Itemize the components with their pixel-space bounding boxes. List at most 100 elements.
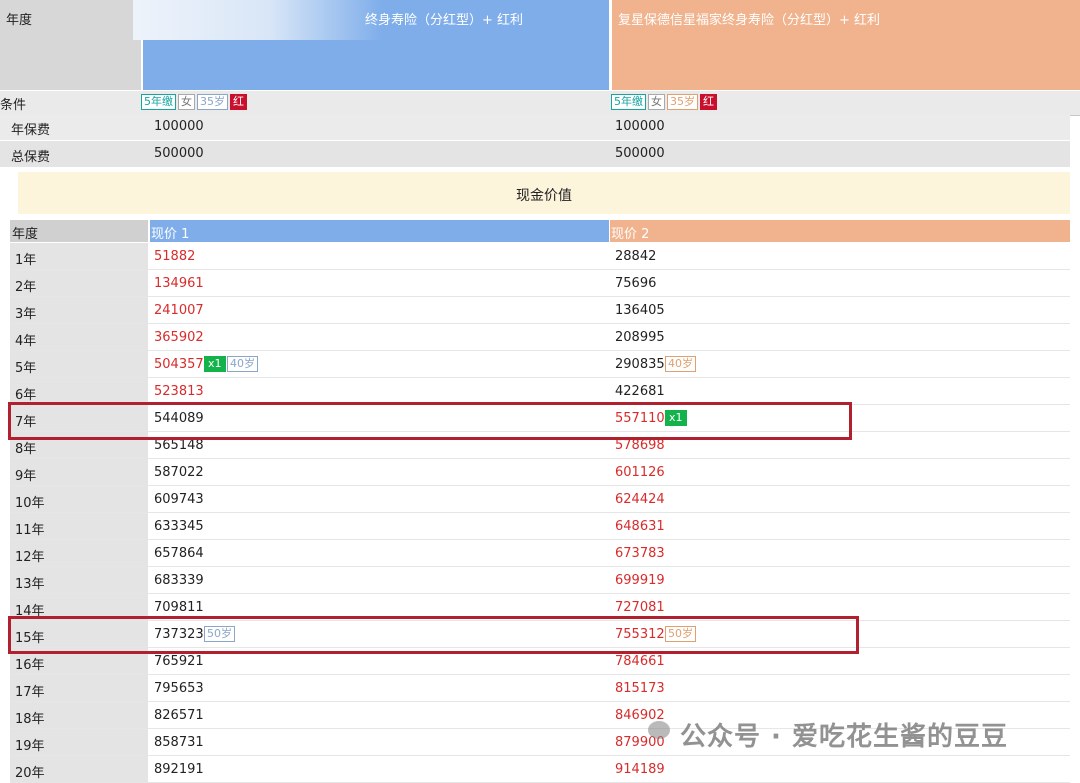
- age-tag: 40岁: [227, 356, 258, 372]
- blurred-region: [133, 0, 383, 40]
- cash-value-2: 727081: [615, 600, 665, 615]
- year-text: 12年: [15, 550, 45, 565]
- cash-value-1: 709811: [154, 600, 204, 615]
- cash-value-1: 633345: [154, 519, 204, 534]
- year-cell: 18年: [10, 702, 148, 728]
- plan2-header: 复星保德信星福家终身寿险（分红型）+ 红利: [612, 0, 1080, 90]
- year-text: 1年: [15, 253, 37, 268]
- year-cell: 17年: [10, 675, 148, 701]
- annual-premium-row: 年保费 100000 100000: [0, 114, 1070, 140]
- plan1-tags: 5年缴女 35岁红: [141, 94, 249, 110]
- cash-value-2: 673783: [615, 546, 665, 561]
- year-text: 8年: [15, 442, 37, 457]
- cash-value-1: 826571: [154, 708, 204, 723]
- year-text: 17年: [15, 685, 45, 700]
- cash-value-1-cell: 633345: [150, 513, 618, 539]
- table-row: 4年 365902 208995: [10, 324, 1070, 350]
- table-row: 20年 892191 914189: [10, 756, 1070, 782]
- cash-value-1: 858731: [154, 735, 204, 750]
- cash-value-1: 504357: [154, 357, 204, 372]
- pay-term-tag: 5年缴: [141, 94, 176, 110]
- header-year: 年度: [10, 220, 148, 242]
- total-premium-label: 总保费: [11, 150, 51, 165]
- cash-value-2-cell: 290835 40岁: [610, 351, 1070, 377]
- multiplier-badge: x1: [204, 356, 226, 372]
- cash-value-1: 795653: [154, 681, 204, 696]
- cash-value-1: 892191: [154, 762, 204, 777]
- highlight-year15: [8, 616, 859, 654]
- cash-value-2-cell: 601126: [610, 459, 1070, 485]
- plan1-name: 终身寿险（分红型）+ 红利: [365, 13, 524, 28]
- cash-value-2: 290835: [615, 357, 665, 372]
- year-cell: 12年: [10, 540, 148, 566]
- year-text: 4年: [15, 334, 37, 349]
- table-row: 10年 609743 624424: [10, 486, 1070, 512]
- cash-value-1: 241007: [154, 303, 204, 318]
- dividend-tag: 红: [700, 94, 717, 110]
- cash-value-2: 136405: [615, 303, 665, 318]
- cash-value-2-cell: 136405: [610, 297, 1070, 323]
- year-text: 13年: [15, 577, 45, 592]
- cash-value-1-cell: 365902: [150, 324, 618, 350]
- year-cell: 19年: [10, 729, 148, 755]
- cash-value-1-cell: 826571: [150, 702, 618, 728]
- cash-value-1-cell: 134961: [150, 270, 618, 296]
- cash-value-2-cell: 673783: [610, 540, 1070, 566]
- cash-value-2-cell: 75696: [610, 270, 1070, 296]
- cash-value-1: 523813: [154, 384, 204, 399]
- cash-value-2-cell: 699919: [610, 567, 1070, 593]
- cash-value-1: 657864: [154, 546, 204, 561]
- table-row: 1年 51882 28842: [10, 243, 1070, 269]
- section-title: 现金价值: [516, 188, 572, 204]
- plan2-tags: 5年缴女 35岁红: [611, 94, 719, 110]
- year-cell: 9年: [10, 459, 148, 485]
- cash-value-1: 51882: [154, 249, 196, 264]
- cash-value-2: 784661: [615, 654, 665, 669]
- table-row: 3年 241007 136405: [10, 297, 1070, 323]
- year-text: 3年: [15, 307, 37, 322]
- age-tag: 35岁: [667, 94, 698, 110]
- year-text: 16年: [15, 658, 45, 673]
- table-row: 11年 633345 648631: [10, 513, 1070, 539]
- year-cell: 5年: [10, 351, 148, 377]
- year-cell: 11年: [10, 513, 148, 539]
- conditions-row: 条件 5年缴女 35岁红 5年缴女 35岁红: [0, 91, 1080, 116]
- year-cell: 13年: [10, 567, 148, 593]
- year-text: 10年: [15, 496, 45, 511]
- cash-value-section-header: 现金价值: [18, 172, 1070, 214]
- plan1-header: 终身寿险（分红型）+ 红利: [133, 0, 609, 90]
- year-cell: 10年: [10, 486, 148, 512]
- table-row: 13年 683339 699919: [10, 567, 1070, 593]
- header-cv2-text: 现价 2: [611, 227, 650, 242]
- cash-value-1: 134961: [154, 276, 204, 291]
- cash-value-2-cell: 815173: [610, 675, 1070, 701]
- cash-value-2: 648631: [615, 519, 665, 534]
- cash-value-2: 815173: [615, 681, 665, 696]
- year-text: 20年: [15, 766, 45, 781]
- highlight-year7: [8, 402, 852, 440]
- total-premium-row: 总保费 500000 500000: [0, 141, 1070, 167]
- cash-value-1-cell: 892191: [150, 756, 618, 782]
- header-cv2: 现价 2: [610, 220, 1070, 242]
- cash-value-1-cell: 683339: [150, 567, 618, 593]
- cash-value-1-cell: 657864: [150, 540, 618, 566]
- wechat-icon: [648, 721, 670, 739]
- cash-value-2: 28842: [615, 249, 657, 264]
- pay-term-tag: 5年缴: [611, 94, 646, 110]
- year-text: 9年: [15, 469, 37, 484]
- cash-value-1: 587022: [154, 465, 204, 480]
- cash-value-1: 765921: [154, 654, 204, 669]
- cash-value-2-cell: 914189: [610, 756, 1070, 782]
- year-text: 2年: [15, 280, 37, 295]
- age-tag: 40岁: [665, 356, 696, 372]
- header-year-text: 年度: [12, 227, 39, 242]
- cash-value-2: 624424: [615, 492, 665, 507]
- year-text: 5年: [15, 361, 37, 376]
- table-row: 9年 587022 601126: [10, 459, 1070, 485]
- header-year-cell: 年度: [0, 0, 141, 90]
- cash-value-2: 75696: [615, 276, 657, 291]
- cash-value-2: 422681: [615, 384, 665, 399]
- cash-value-2: 699919: [615, 573, 665, 588]
- table-row: 2年 134961 75696: [10, 270, 1070, 296]
- table-row: 17年 795653 815173: [10, 675, 1070, 701]
